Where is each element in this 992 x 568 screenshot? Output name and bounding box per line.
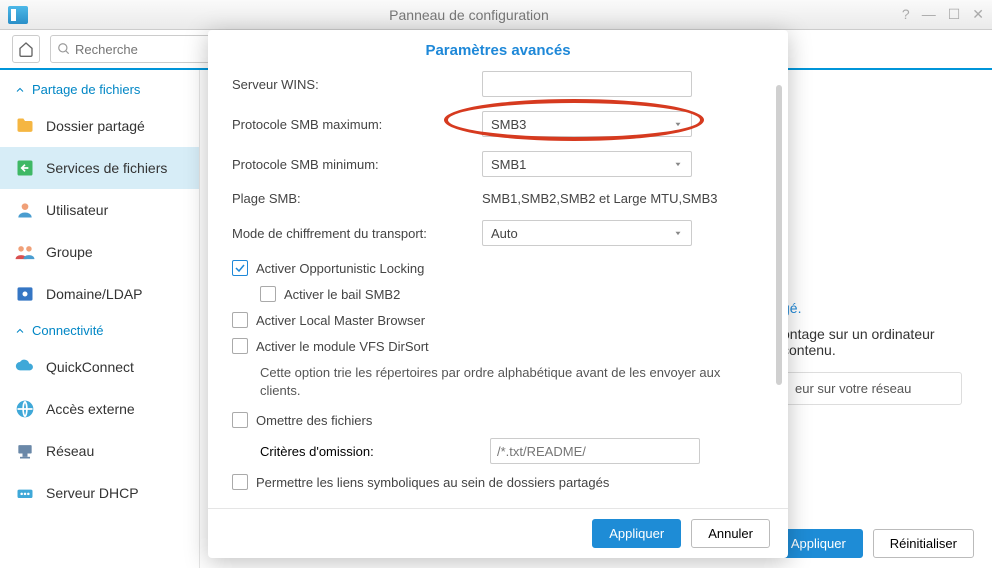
sidebar-item-shared-folder[interactable]: Dossier partagé <box>0 105 199 147</box>
smb2-lease-label: Activer le bail SMB2 <box>284 287 400 302</box>
smb-range-label: Plage SMB: <box>232 191 482 206</box>
sidebar: Partage de fichiers Dossier partagé Serv… <box>0 70 200 568</box>
bg-link-fragment: gé. <box>782 300 962 316</box>
smb-range-value: SMB1,SMB2,SMB2 et Large MTU,SMB3 <box>482 191 764 206</box>
minimize-icon[interactable]: — <box>922 6 936 23</box>
omit-criteria-input[interactable] <box>490 438 700 464</box>
control-panel-window: Panneau de configuration ? — ☐ ✕ Partage… <box>0 0 992 568</box>
advanced-settings-dialog: Paramètres avancés Serveur WINS: Protoco… <box>208 30 788 558</box>
local-master-label: Activer Local Master Browser <box>256 313 425 328</box>
network-icon <box>14 440 36 462</box>
home-button[interactable] <box>12 35 40 63</box>
ldap-icon <box>14 283 36 305</box>
wins-input[interactable] <box>482 71 692 97</box>
dialog-cancel-button[interactable]: Annuler <box>691 519 770 548</box>
transport-select[interactable]: Auto <box>482 220 692 246</box>
symlinks-checkbox[interactable] <box>232 474 248 490</box>
smb-min-select[interactable]: SMB1 <box>482 151 692 177</box>
cloud-icon <box>14 356 36 378</box>
wins-label: Serveur WINS: <box>232 77 482 92</box>
smb-max-select[interactable]: SMB3 <box>482 111 692 137</box>
close-icon[interactable]: ✕ <box>972 6 984 23</box>
section-file-sharing[interactable]: Partage de fichiers <box>0 74 199 105</box>
chevron-up-icon <box>14 325 26 337</box>
window-title: Panneau de configuration <box>36 7 902 23</box>
smb-min-label: Protocole SMB minimum: <box>232 157 482 172</box>
dhcp-icon <box>14 482 36 504</box>
sidebar-item-file-services[interactable]: Services de fichiers <box>0 147 199 189</box>
smb2-lease-checkbox[interactable] <box>260 286 276 302</box>
dialog-apply-button[interactable]: Appliquer <box>592 519 681 548</box>
vfs-dirsort-label: Activer le module VFS DirSort <box>256 339 429 354</box>
sidebar-item-user[interactable]: Utilisateur <box>0 189 199 231</box>
app-icon <box>8 6 28 24</box>
sidebar-item-domain-ldap[interactable]: Domaine/LDAP <box>0 273 199 315</box>
vfs-dirsort-checkbox[interactable] <box>232 338 248 354</box>
chevron-down-icon <box>673 159 683 169</box>
omit-criteria-label: Critères d'omission: <box>260 444 480 459</box>
sidebar-item-external-access[interactable]: Accès externe <box>0 388 199 430</box>
sidebar-item-dhcp[interactable]: Serveur DHCP <box>0 472 199 514</box>
symlinks-label: Permettre les liens symboliques au sein … <box>256 475 609 490</box>
chevron-down-icon <box>673 119 683 129</box>
folder-icon <box>14 115 36 137</box>
bg-card: eur sur votre réseau <box>782 372 962 405</box>
globe-icon <box>14 398 36 420</box>
home-icon <box>18 41 34 57</box>
transport-label: Mode de chiffrement du transport: <box>232 226 482 241</box>
maximize-icon[interactable]: ☐ <box>948 6 961 23</box>
sidebar-item-quickconnect[interactable]: QuickConnect <box>0 346 199 388</box>
vfs-dirsort-desc: Cette option trie les répertoires par or… <box>260 364 764 400</box>
oplock-checkbox[interactable] <box>232 260 248 276</box>
sidebar-item-group[interactable]: Groupe <box>0 231 199 273</box>
search-icon <box>57 42 71 56</box>
main-reset-button[interactable]: Réinitialiser <box>873 529 974 558</box>
bg-line1: ontage sur un ordinateur <box>782 326 962 342</box>
help-icon[interactable]: ? <box>902 6 910 23</box>
section-connectivity[interactable]: Connectivité <box>0 315 199 346</box>
scrollbar[interactable] <box>776 85 782 385</box>
titlebar: Panneau de configuration ? — ☐ ✕ <box>0 0 992 30</box>
bg-line2: contenu. <box>782 342 962 358</box>
group-icon <box>14 241 36 263</box>
sidebar-item-network[interactable]: Réseau <box>0 430 199 472</box>
local-master-checkbox[interactable] <box>232 312 248 328</box>
user-icon <box>14 199 36 221</box>
dialog-title: Paramètres avancés <box>208 30 788 67</box>
omit-files-label: Omettre des fichiers <box>256 413 372 428</box>
file-services-icon <box>14 157 36 179</box>
chevron-up-icon <box>14 84 26 96</box>
omit-files-checkbox[interactable] <box>232 412 248 428</box>
chevron-down-icon <box>673 228 683 238</box>
oplock-label: Activer Opportunistic Locking <box>256 261 424 276</box>
smb-max-label: Protocole SMB maximum: <box>232 117 482 132</box>
